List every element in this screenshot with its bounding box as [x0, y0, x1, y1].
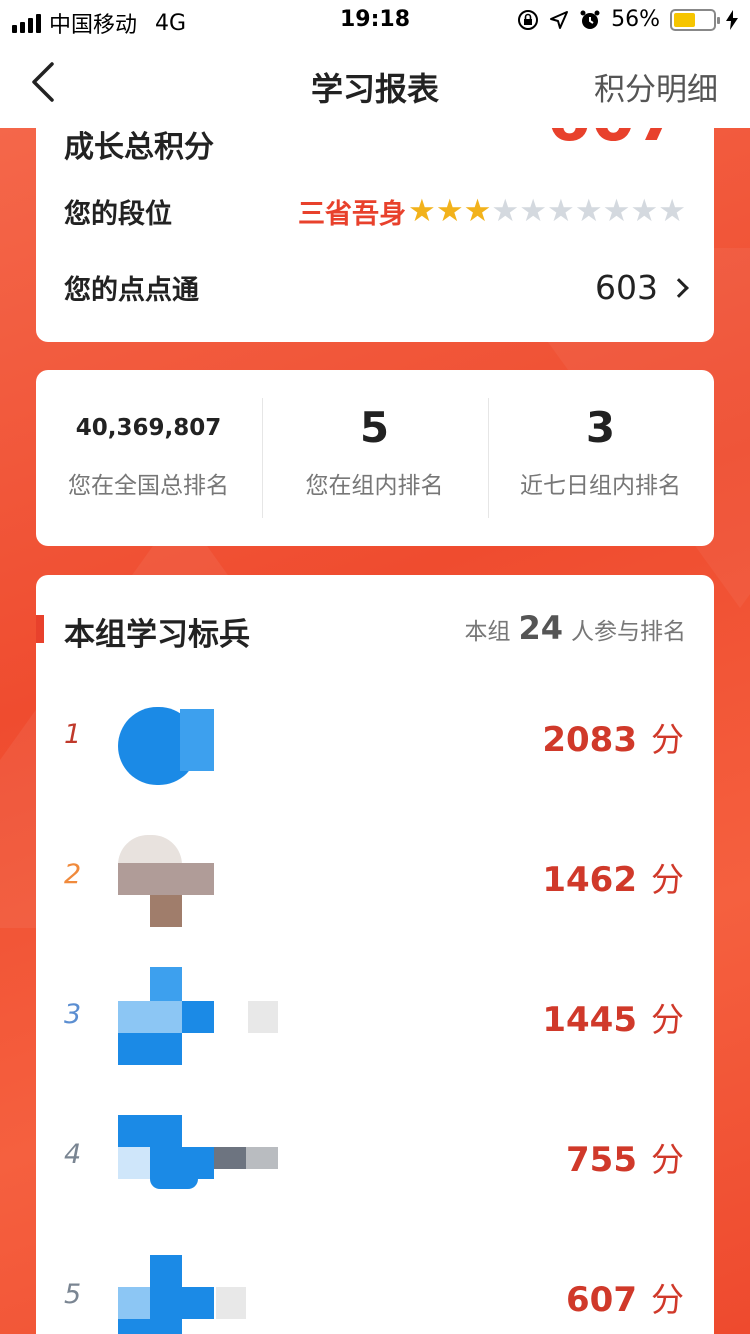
- rank-name: 三省吾身: [298, 199, 407, 230]
- national-rank: 40,369,807 您在全国总排名: [36, 398, 261, 500]
- battery-percent: 56%: [611, 7, 660, 32]
- leaderboard-row[interactable]: 1 2083 分: [36, 687, 714, 787]
- row-score-unit: 分: [651, 860, 684, 899]
- points-label: 您的点点通: [64, 275, 199, 306]
- leaderboard-title: 本组学习标兵: [64, 617, 250, 653]
- row-score-value: 607: [566, 1280, 637, 1320]
- avatar: [118, 1115, 278, 1201]
- star-filled-icon: ★: [463, 193, 492, 229]
- star-filled-icon: ★: [435, 193, 464, 229]
- row-score-unit: 分: [651, 1140, 684, 1179]
- participant-info: 本组 24 人参与排名: [464, 609, 686, 647]
- national-rank-value: 40,369,807: [75, 415, 222, 441]
- alarm-icon: [580, 10, 600, 29]
- participant-prefix: 本组: [464, 619, 511, 645]
- summary-card: 成长总积分 607 您的段位 三省吾身 ★ ★ ★ ★ ★ ★ ★ ★ ★ ★ 您的点点通 603: [36, 100, 714, 342]
- row-rank: 4: [64, 1139, 82, 1170]
- row-score: 1445 分: [542, 993, 684, 1041]
- nav-bar: 学习报表 积分明细: [0, 40, 750, 128]
- avatar: [118, 967, 278, 1065]
- row-rank: 2: [64, 859, 82, 890]
- status-bar: 中国移动 4G 19:18 56%: [0, 0, 750, 40]
- group-rank: 5 您在组内排名: [262, 398, 487, 500]
- row-rank: 3: [64, 999, 82, 1030]
- row-score-value: 1462: [542, 860, 637, 900]
- row-score-unit: 分: [651, 1000, 684, 1039]
- row-score: 1462 分: [542, 853, 684, 901]
- leaderboard-row[interactable]: 3 1445 分: [36, 967, 714, 1067]
- leaderboard-row[interactable]: 5 607 分: [36, 1247, 714, 1334]
- avatar: [118, 695, 218, 785]
- avatar: [118, 1255, 246, 1334]
- avatar: [118, 835, 218, 927]
- leaderboard-row[interactable]: 4 755 分: [36, 1107, 714, 1207]
- participant-suffix: 人参与排名: [571, 619, 686, 645]
- rank-label: 您的段位: [64, 199, 172, 230]
- points-row[interactable]: 您的点点通 603: [64, 268, 689, 307]
- row-score: 607 分: [566, 1273, 684, 1321]
- national-rank-label: 您在全国总排名: [68, 473, 229, 499]
- week-rank-label: 近七日组内排名: [520, 473, 681, 499]
- star-empty-icon: ★: [602, 193, 631, 229]
- star-empty-icon: ★: [491, 193, 520, 229]
- group-rank-label: 您在组内排名: [305, 473, 444, 499]
- row-score-unit: 分: [651, 1280, 684, 1319]
- points-detail-link[interactable]: 积分明细: [594, 64, 718, 109]
- star-empty-icon: ★: [630, 193, 659, 229]
- rotation-lock-icon: [518, 9, 539, 30]
- star-filled-icon: ★: [408, 193, 436, 229]
- row-score: 2083 分: [542, 713, 684, 761]
- star-empty-icon: ★: [547, 193, 575, 229]
- group-rank-value: 5: [359, 403, 390, 452]
- rankings-card: 40,369,807 您在全国总排名 5 您在组内排名 3 近七日组内排名: [36, 370, 714, 546]
- location-icon: [550, 10, 569, 29]
- battery-icon: [670, 8, 720, 31]
- row-score-value: 2083: [542, 720, 637, 760]
- points-value-link[interactable]: 603: [595, 268, 689, 307]
- charging-icon: [726, 9, 738, 30]
- row-rank: 1: [64, 719, 82, 750]
- week-rank: 3 近七日组内排名: [488, 398, 713, 500]
- rank-stars: ★ ★ ★ ★ ★ ★ ★ ★ ★ ★: [408, 196, 686, 227]
- week-rank-value: 3: [585, 403, 616, 452]
- leaderboard-row[interactable]: 2 1462 分: [36, 827, 714, 927]
- rank-row: 您的段位 三省吾身 ★ ★ ★ ★ ★ ★ ★ ★ ★ ★: [64, 192, 686, 231]
- star-empty-icon: ★: [519, 193, 548, 229]
- participant-count: 24: [518, 609, 563, 647]
- points-value: 603: [595, 268, 658, 307]
- row-score: 755 分: [566, 1133, 684, 1181]
- star-empty-icon: ★: [574, 193, 603, 229]
- row-score-value: 755: [566, 1140, 637, 1180]
- row-score-unit: 分: [651, 720, 684, 759]
- chevron-right-icon: [669, 277, 689, 298]
- row-score-value: 1445: [542, 1000, 637, 1040]
- row-rank: 5: [64, 1279, 82, 1310]
- leaderboard-card: 本组学习标兵 本组 24 人参与排名 1 2083 分 2 1462 分 3 1…: [36, 575, 714, 1334]
- section-accent-bar: [36, 615, 44, 643]
- star-empty-icon: ★: [658, 193, 686, 229]
